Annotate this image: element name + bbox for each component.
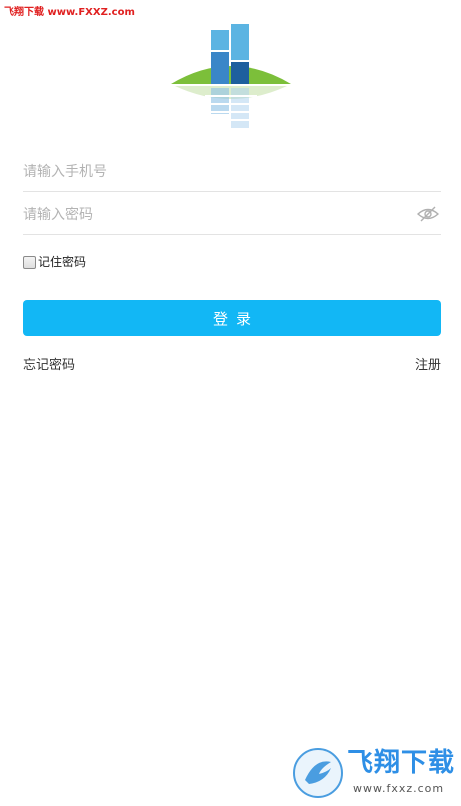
forgot-password-link[interactable]: 忘记密码	[23, 357, 75, 375]
register-link[interactable]: 注册	[415, 357, 441, 375]
eye-hidden-icon[interactable]	[417, 206, 439, 222]
watermark-top: 飞翔下载 www.FXXZ.com	[4, 7, 135, 18]
fxxz-logo-icon	[293, 748, 343, 798]
remember-label: 记住密码	[38, 255, 87, 269]
remember-password[interactable]: 记住密码	[23, 254, 86, 270]
watermark-url: www.fxxz.com	[353, 782, 445, 795]
login-button[interactable]: 登录	[23, 300, 441, 336]
phone-field	[23, 152, 441, 192]
remember-checkbox[interactable]	[23, 255, 36, 269]
building-logo-icon	[171, 24, 291, 128]
password-field	[23, 195, 441, 235]
watermark-bottom: 飞翔下载 www.fxxz.com	[293, 746, 455, 800]
watermark-title: 飞翔下载	[347, 748, 456, 778]
login-screen: 飞翔下载 www.FXXZ.com 记住密码 登录 忘记密码 注册	[0, 0, 461, 806]
phone-input[interactable]	[23, 152, 403, 192]
password-input[interactable]	[23, 195, 403, 235]
